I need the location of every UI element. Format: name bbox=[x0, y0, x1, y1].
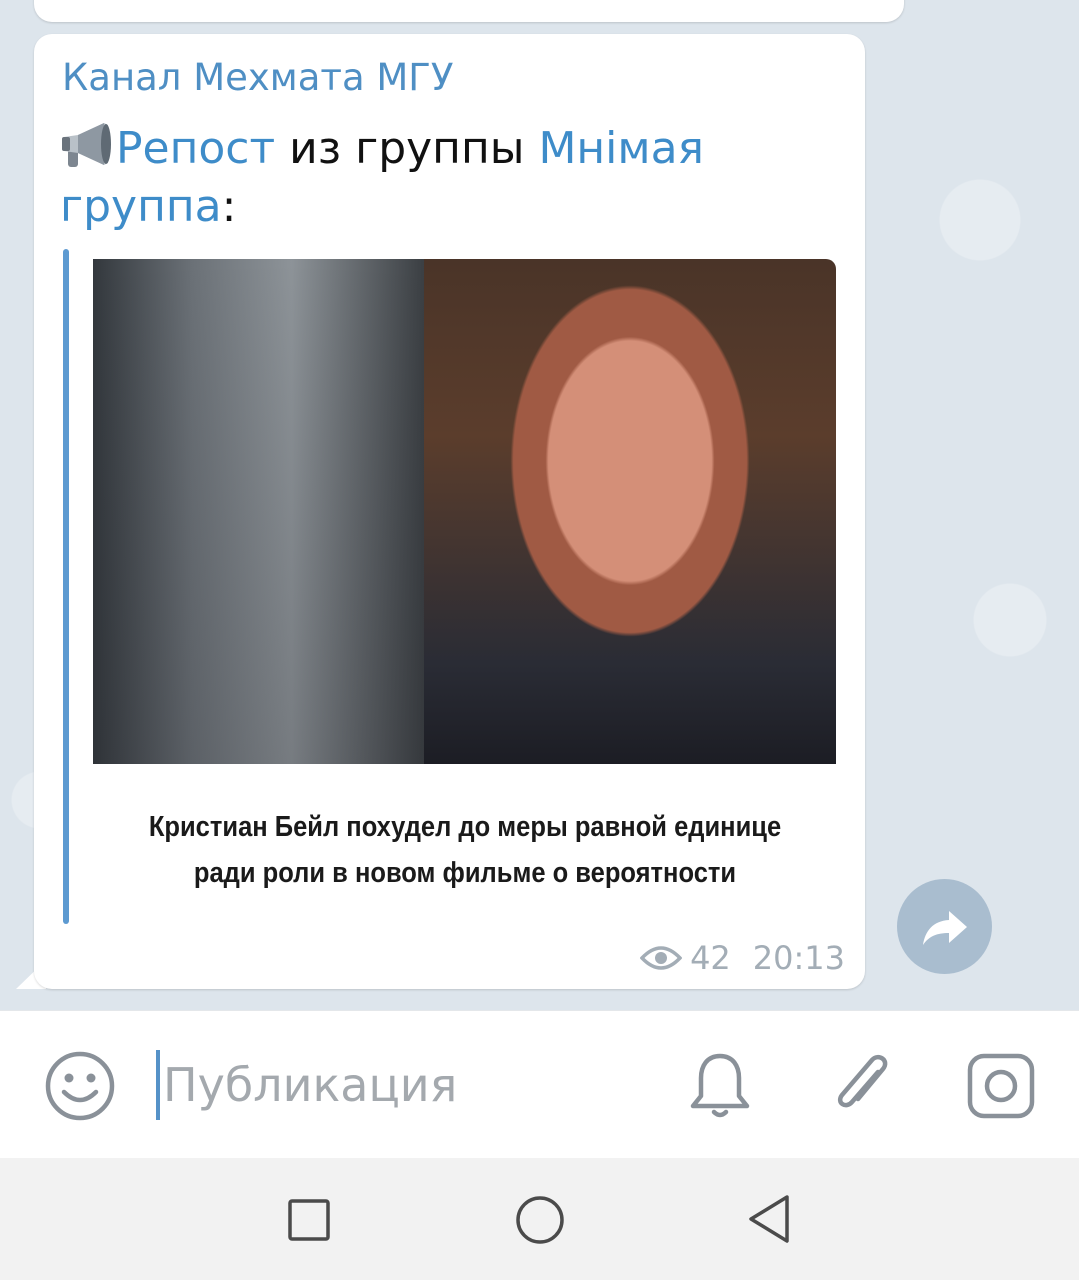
forward-button[interactable] bbox=[897, 879, 992, 974]
forward-icon bbox=[922, 910, 967, 945]
repost-from-text: из группы bbox=[275, 123, 539, 174]
megaphone-icon bbox=[62, 123, 111, 167]
message-time: 20:13 bbox=[752, 939, 845, 977]
image-caption-line1: Кристиан Бейл похудел до меры равной еди… bbox=[148, 811, 782, 843]
bell-icon[interactable] bbox=[685, 1050, 755, 1120]
image-caption-line2: ради роли в новом фильме о вероятности bbox=[193, 857, 737, 889]
previous-message-bubble[interactable] bbox=[34, 0, 904, 22]
message-bubble[interactable]: Канал Мехмата МГУ Репост из группы Мніма… bbox=[34, 34, 865, 989]
repost-link[interactable]: Репост bbox=[116, 123, 275, 174]
repost-text: Репост из группы Мнімая группа: bbox=[60, 119, 840, 236]
photo-smiling-man[interactable] bbox=[424, 259, 836, 764]
camera-icon[interactable] bbox=[966, 1052, 1036, 1120]
quote-bar bbox=[63, 249, 69, 924]
paperclip-icon[interactable] bbox=[828, 1048, 898, 1122]
photo-thin-man[interactable] bbox=[93, 259, 424, 764]
eye-icon bbox=[640, 946, 683, 970]
recents-icon[interactable] bbox=[287, 1198, 331, 1242]
image-caption: Кристиан Бейл похудел до меры равной еди… bbox=[139, 804, 792, 896]
repost-colon: : bbox=[221, 181, 237, 232]
message-meta: 42 20:13 bbox=[640, 939, 845, 977]
composer-bar bbox=[0, 1010, 1079, 1159]
text-caret bbox=[156, 1050, 160, 1120]
sender-name[interactable]: Канал Мехмата МГУ bbox=[62, 56, 453, 99]
message-input[interactable]: Публикация bbox=[163, 1058, 457, 1112]
view-count: 42 bbox=[690, 939, 731, 977]
home-icon[interactable] bbox=[515, 1195, 565, 1245]
back-icon[interactable] bbox=[745, 1193, 793, 1245]
smiley-icon[interactable] bbox=[44, 1050, 116, 1122]
